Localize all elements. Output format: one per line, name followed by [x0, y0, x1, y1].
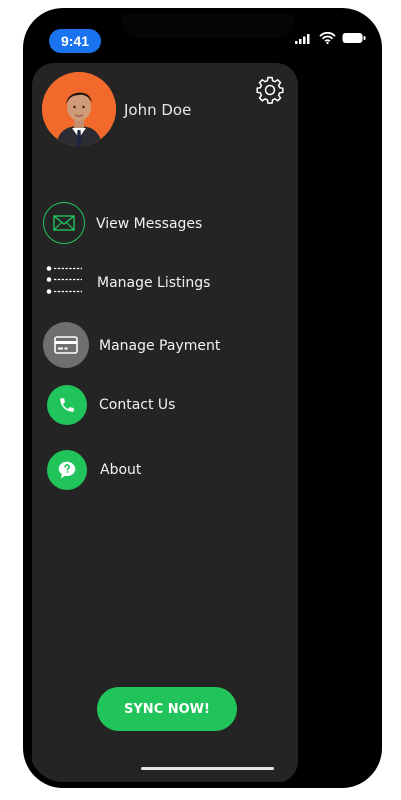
avatar[interactable] [42, 72, 116, 146]
menu-label: Manage Listings [97, 275, 211, 291]
user-avatar-photo [42, 72, 116, 146]
phone-icon [60, 398, 74, 412]
question-chat-icon-circle [47, 450, 87, 490]
menu-item-contact-us[interactable]: Contact Us [32, 385, 298, 431]
battery-icon [342, 33, 366, 43]
credit-card-icon-circle [43, 322, 89, 368]
menu-label: About [100, 462, 142, 478]
cellular-signal-icon [295, 34, 310, 44]
phone-screen: 9:41 John Doe View Messages Manage Listi… [29, 14, 376, 782]
phone-frame: 9:41 John Doe View Messages Manage Listi… [23, 8, 382, 788]
settings-button[interactable] [255, 75, 285, 105]
list-icon-wrap [46, 265, 86, 297]
status-icons [295, 32, 366, 44]
question-chat-icon [58, 461, 76, 479]
status-bar: 9:41 [29, 14, 376, 54]
list-icon [46, 266, 82, 294]
notch [121, 14, 295, 38]
wifi-icon [319, 32, 336, 44]
user-name: John Doe [124, 101, 192, 119]
status-time: 9:41 [49, 29, 101, 53]
credit-card-icon [54, 336, 78, 354]
home-indicator[interactable] [141, 767, 274, 770]
sync-now-button[interactable]: SYNC NOW! [97, 687, 237, 731]
menu-item-view-messages[interactable]: View Messages [32, 200, 298, 246]
gear-icon [256, 76, 284, 104]
navigation-drawer: John Doe View Messages Manage Listings M… [32, 63, 298, 782]
menu-label: Manage Payment [99, 338, 221, 354]
menu-label: View Messages [96, 216, 203, 232]
envelope-icon [53, 215, 75, 231]
phone-icon-circle [47, 385, 87, 425]
menu-item-manage-payment[interactable]: Manage Payment [32, 320, 298, 368]
envelope-icon-circle [43, 202, 85, 244]
menu-item-manage-listings[interactable]: Manage Listings [32, 259, 298, 305]
menu-label: Contact Us [99, 397, 176, 413]
menu-item-about[interactable]: About [32, 450, 298, 496]
